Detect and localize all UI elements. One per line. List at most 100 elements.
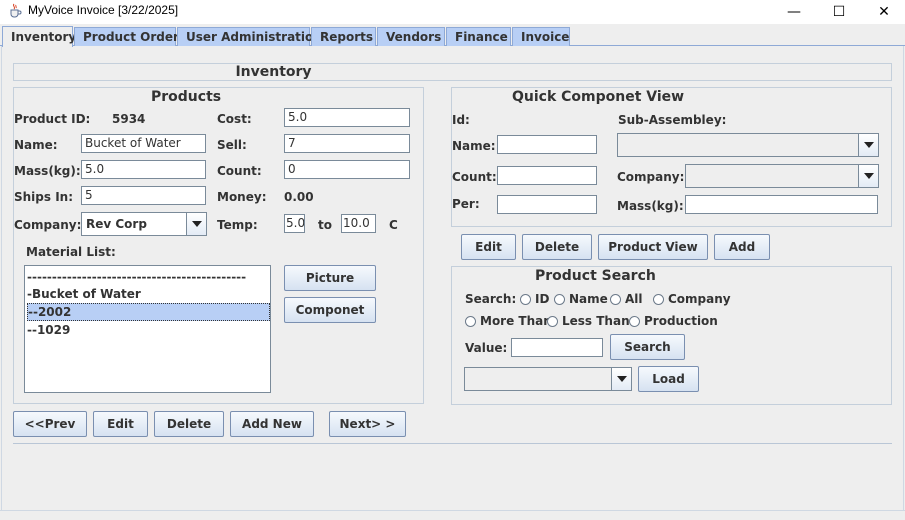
picture-button[interactable]: Picture xyxy=(284,265,376,291)
temp-unit-label: C xyxy=(389,218,398,232)
radio-name[interactable]: Name xyxy=(554,292,608,306)
list-item[interactable]: ----------------------------------------… xyxy=(27,268,270,286)
cost-field[interactable]: 5.0 xyxy=(284,108,410,127)
componet-button[interactable]: Componet xyxy=(284,297,376,323)
value-label: Value: xyxy=(465,341,508,355)
radio-circle-icon xyxy=(610,293,621,305)
add-new-button[interactable]: Add New xyxy=(230,411,314,437)
products-heading: Products xyxy=(151,89,222,105)
delete-button[interactable]: Delete xyxy=(154,411,224,437)
product-search-heading: Product Search xyxy=(535,268,656,284)
radio-all-label: All xyxy=(625,292,643,306)
radio-circle-icon xyxy=(653,293,664,305)
radio-id-label: ID xyxy=(535,292,550,306)
radio-circle-icon xyxy=(465,315,476,327)
radio-less-than-label: Less Than xyxy=(562,314,630,328)
count-label: Count: xyxy=(217,164,262,178)
ships-in-field[interactable]: 5 xyxy=(81,186,206,205)
search-results-select[interactable] xyxy=(464,367,632,391)
maximize-button[interactable]: ☐ xyxy=(816,0,862,24)
qv-per-field[interactable] xyxy=(497,195,597,214)
product-view-button[interactable]: Product View xyxy=(598,234,708,260)
radio-more-than[interactable]: More Than xyxy=(465,314,552,328)
chevron-down-icon[interactable] xyxy=(186,213,206,235)
load-button[interactable]: Load xyxy=(638,366,699,392)
radio-production-label: Production xyxy=(644,314,718,328)
sell-field[interactable]: 7 xyxy=(284,134,410,153)
qv-name-field[interactable] xyxy=(497,135,597,154)
edit-button[interactable]: Edit xyxy=(93,411,148,437)
temp-label: Temp: xyxy=(217,218,258,232)
radio-circle-icon xyxy=(547,315,558,327)
value-input[interactable] xyxy=(511,338,603,357)
mass-label: Mass(kg): xyxy=(14,164,81,178)
qv-sub-assembley-select[interactable] xyxy=(617,133,879,157)
quick-componet-heading: Quick Componet View xyxy=(512,89,685,105)
radio-circle-icon xyxy=(520,293,531,305)
qv-company-label: Company: xyxy=(617,170,685,184)
qv-sub-assembley-label: Sub-Assembley: xyxy=(618,113,727,127)
radio-id[interactable]: ID xyxy=(520,292,549,306)
material-list-label: Material List: xyxy=(26,245,116,259)
chevron-down-icon[interactable] xyxy=(858,134,878,156)
page-title: Inventory xyxy=(235,64,312,80)
qv-count-field[interactable] xyxy=(497,166,597,185)
qv-per-label: Per: xyxy=(452,197,480,211)
close-icon: ✕ xyxy=(878,4,890,20)
tab-product-order[interactable]: Product Order xyxy=(74,27,179,46)
qv-delete-button[interactable]: Delete xyxy=(522,234,592,260)
ships-in-label: Ships In: xyxy=(14,190,74,204)
temp-to-label: to xyxy=(318,218,332,232)
product-id-label: Product ID: xyxy=(14,112,91,126)
qv-edit-button[interactable]: Edit xyxy=(461,234,516,260)
company-select[interactable]: Rev Corp xyxy=(81,212,207,236)
maximize-icon: ☐ xyxy=(832,4,846,20)
temp-min-field[interactable]: 5.0 xyxy=(284,214,305,233)
prev-button[interactable]: <<Prev xyxy=(13,411,87,437)
tab-reports[interactable]: Reports xyxy=(311,27,376,46)
cost-label: Cost: xyxy=(217,112,252,126)
qv-id-label: Id: xyxy=(452,113,470,127)
list-item[interactable]: -Bucket of Water xyxy=(27,285,270,303)
radio-less-than[interactable]: Less Than xyxy=(547,314,630,328)
qv-mass-field[interactable] xyxy=(685,195,878,214)
list-item[interactable]: --1029 xyxy=(27,321,270,339)
qv-name-label: Name: xyxy=(452,139,496,153)
tab-user-administration[interactable]: User Administration xyxy=(177,27,322,46)
search-label: Search: xyxy=(465,292,517,306)
radio-all[interactable]: All xyxy=(610,292,643,306)
chevron-down-icon[interactable] xyxy=(858,165,878,187)
tab-inventory[interactable]: Inventory xyxy=(2,26,76,47)
money-value: 0.00 xyxy=(284,190,314,204)
name-field[interactable]: Bucket of Water xyxy=(81,134,206,153)
tab-finance[interactable]: Finance xyxy=(446,27,511,46)
title-bar: MyVoice Invoice [3/22/2025] — ☐ ✕ xyxy=(0,0,905,24)
window-title: MyVoice Invoice [3/22/2025] xyxy=(28,3,179,17)
money-label: Money: xyxy=(217,190,267,204)
mass-field[interactable]: 5.0 xyxy=(81,160,206,179)
minimize-icon: — xyxy=(787,4,801,20)
close-button[interactable]: ✕ xyxy=(861,0,905,24)
radio-company[interactable]: Company xyxy=(653,292,731,306)
radio-circle-icon xyxy=(629,315,640,327)
window-bottom-border xyxy=(0,510,905,511)
tab-vendors[interactable]: Vendors xyxy=(377,27,445,46)
minimize-button[interactable]: — xyxy=(771,0,817,24)
radio-production[interactable]: Production xyxy=(629,314,718,328)
count-field[interactable]: 0 xyxy=(284,160,410,179)
radio-company-label: Company xyxy=(668,292,731,306)
sell-label: Sell: xyxy=(217,138,247,152)
qv-add-button[interactable]: Add xyxy=(714,234,770,260)
radio-more-than-label: More Than xyxy=(480,314,552,328)
chevron-down-icon[interactable] xyxy=(611,368,631,390)
radio-circle-icon xyxy=(554,293,565,305)
temp-max-field[interactable]: 10.0 xyxy=(341,214,376,233)
java-cup-icon xyxy=(10,3,22,18)
material-list[interactable]: ----------------------------------------… xyxy=(24,265,271,393)
next-button[interactable]: Next> > xyxy=(329,411,406,437)
list-item-selected[interactable]: --2002 xyxy=(27,303,270,321)
tab-invoice[interactable]: Invoice xyxy=(512,27,570,46)
qv-count-label: Count: xyxy=(452,170,497,184)
qv-company-select[interactable] xyxy=(685,164,879,188)
search-button[interactable]: Search xyxy=(610,334,685,360)
